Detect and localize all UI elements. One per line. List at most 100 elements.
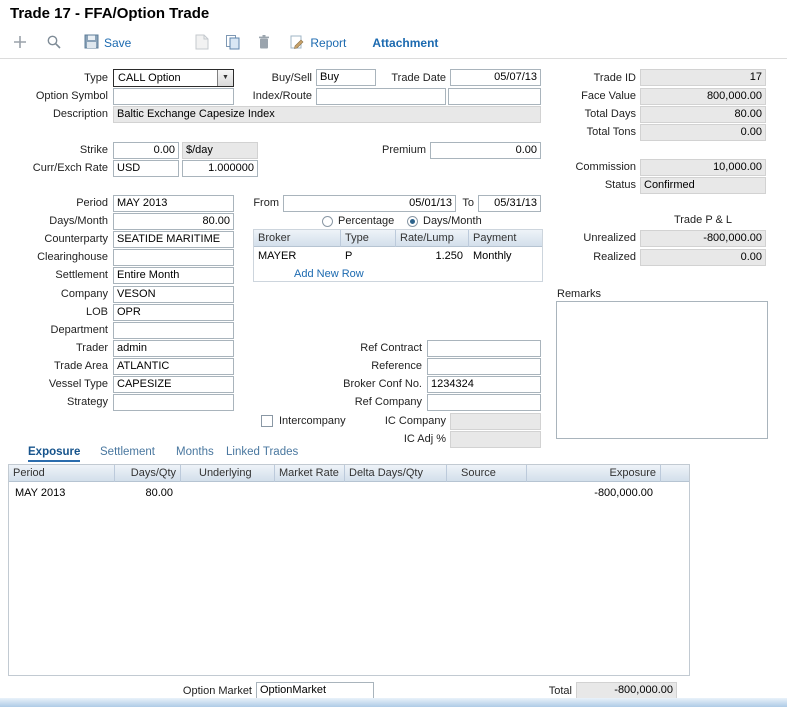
broker-table: Broker Type Rate/Lump Payment MAYER P 1.… (253, 229, 543, 282)
total-field: -800,000.00 (576, 682, 677, 699)
copy-button[interactable] (225, 34, 241, 53)
lob-label: LOB (8, 304, 108, 321)
option-symbol-input[interactable] (113, 88, 234, 105)
search-icon (46, 34, 62, 53)
type-select[interactable]: CALL Option ▼ (113, 69, 234, 87)
plus-icon (12, 34, 28, 53)
trade-date-label: Trade Date (378, 70, 446, 87)
broker-cell[interactable]: MAYER (254, 247, 341, 265)
bottom-strip (0, 698, 787, 707)
rate-lump-cell[interactable]: 1.250 (396, 247, 467, 265)
market-rate-cell[interactable] (275, 484, 345, 502)
period-cell[interactable]: MAY 2013 (11, 484, 115, 502)
broker-conf-no-input[interactable]: 1234324 (427, 376, 541, 393)
department-input[interactable] (113, 322, 234, 339)
trade-date-input[interactable]: 05/07/13 (450, 69, 541, 86)
index-route-label: Index/Route (240, 88, 312, 105)
type-value: CALL Option (118, 72, 181, 84)
underlying-cell[interactable] (181, 484, 275, 502)
trade-pnl-title: Trade P & L (640, 212, 766, 229)
exchange-rate-input[interactable]: 1.000000 (182, 160, 258, 177)
add-new-row-link[interactable]: Add New Row (290, 265, 410, 283)
attachment-label: Attachment (372, 36, 438, 50)
tab-exposure[interactable]: Exposure (28, 446, 80, 462)
days-month-input[interactable]: 80.00 (113, 213, 234, 230)
reference-input[interactable] (427, 358, 541, 375)
exposure-col-header: Exposure (527, 465, 661, 482)
intercompany-label: Intercompany (279, 413, 351, 430)
days-qty-cell[interactable]: 80.00 (115, 484, 177, 502)
trade-area-input[interactable]: ATLANTIC (113, 358, 234, 375)
ic-adj-label: IC Adj % (354, 431, 446, 448)
payment-cell[interactable]: Monthly (469, 247, 544, 265)
toolbar-separator (0, 58, 787, 59)
source-cell[interactable] (447, 484, 527, 502)
save-button[interactable]: Save (84, 34, 131, 52)
ref-company-input[interactable] (427, 394, 541, 411)
status-label: Status (560, 177, 636, 194)
face-value-field: 800,000.00 (640, 88, 766, 105)
page-title: Trade 17 - FFA/Option Trade (10, 5, 209, 22)
commission-field: 10,000.00 (640, 159, 766, 176)
from-date-input[interactable]: 05/01/13 (283, 195, 456, 212)
period-input[interactable]: MAY 2013 (113, 195, 234, 212)
trade-area-label: Trade Area (8, 358, 108, 375)
premium-input[interactable]: 0.00 (430, 142, 541, 159)
report-button[interactable]: Report (289, 34, 346, 53)
currency-input[interactable]: USD (113, 160, 179, 177)
days-qty-col-header: Days/Qty (115, 465, 181, 482)
lob-input[interactable]: OPR (113, 304, 234, 321)
underlying-col-header: Underlying (181, 465, 275, 482)
unrealized-field: -800,000.00 (640, 230, 766, 247)
attachment-button[interactable]: Attachment (372, 36, 438, 50)
ic-company-label: IC Company (354, 413, 446, 430)
buy-sell-input[interactable]: Buy (316, 69, 376, 86)
percentage-radio[interactable] (322, 216, 333, 227)
delete-button[interactable] (257, 34, 271, 53)
company-input[interactable]: VESON (113, 286, 234, 303)
new-document-button[interactable] (195, 34, 209, 53)
unrealized-label: Unrealized (560, 230, 636, 247)
ic-adj-field (450, 431, 541, 448)
total-days-field: 80.00 (640, 106, 766, 123)
delta-days-qty-col-header: Delta Days/Qty (345, 465, 447, 482)
chevron-down-icon[interactable]: ▼ (217, 70, 233, 86)
to-date-input[interactable]: 05/31/13 (478, 195, 541, 212)
save-icon (84, 34, 99, 52)
description-field: Baltic Exchange Capesize Index (113, 106, 541, 123)
clearinghouse-input[interactable] (113, 249, 234, 266)
option-market-input[interactable]: OptionMarket (256, 682, 374, 699)
days-month-label: Days/Month (8, 213, 108, 230)
strategy-input[interactable] (113, 394, 234, 411)
counterparty-input[interactable]: SEATIDE MARITIME (113, 231, 234, 248)
premium-label: Premium (352, 142, 426, 159)
days-month-radio[interactable] (407, 216, 418, 227)
broker-table-header: Broker Type Rate/Lump Payment (254, 230, 542, 247)
source-col-header: Source (447, 465, 527, 482)
new-button[interactable] (12, 34, 28, 53)
intercompany-checkbox[interactable] (261, 415, 273, 427)
toolbar: Save Report Attachment (0, 29, 787, 57)
strike-unit-field: $/day (182, 142, 258, 159)
index-route-input-2[interactable] (448, 88, 541, 105)
report-icon (289, 34, 305, 53)
market-rate-col-header: Market Rate (275, 465, 345, 482)
ref-contract-input[interactable] (427, 340, 541, 357)
index-route-input-1[interactable] (316, 88, 446, 105)
to-label: To (459, 195, 474, 212)
delta-days-qty-cell[interactable] (345, 484, 447, 502)
tab-settlement[interactable]: Settlement (100, 446, 155, 462)
tab-linked-trades[interactable]: Linked Trades (226, 446, 298, 462)
exposure-table: Period Days/Qty Underlying Market Rate D… (8, 464, 690, 676)
trader-input[interactable]: admin (113, 340, 234, 357)
strike-input[interactable]: 0.00 (113, 142, 179, 159)
exposure-cell[interactable]: -800,000.00 (527, 484, 657, 502)
trader-label: Trader (8, 340, 108, 357)
vessel-type-input[interactable]: CAPESIZE (113, 376, 234, 393)
search-button[interactable] (46, 34, 62, 53)
remarks-textarea[interactable] (556, 301, 768, 439)
broker-col-header: Broker (254, 230, 341, 247)
tab-months[interactable]: Months (176, 446, 214, 462)
settlement-input[interactable]: Entire Month (113, 267, 234, 284)
broker-type-cell[interactable]: P (341, 247, 396, 265)
